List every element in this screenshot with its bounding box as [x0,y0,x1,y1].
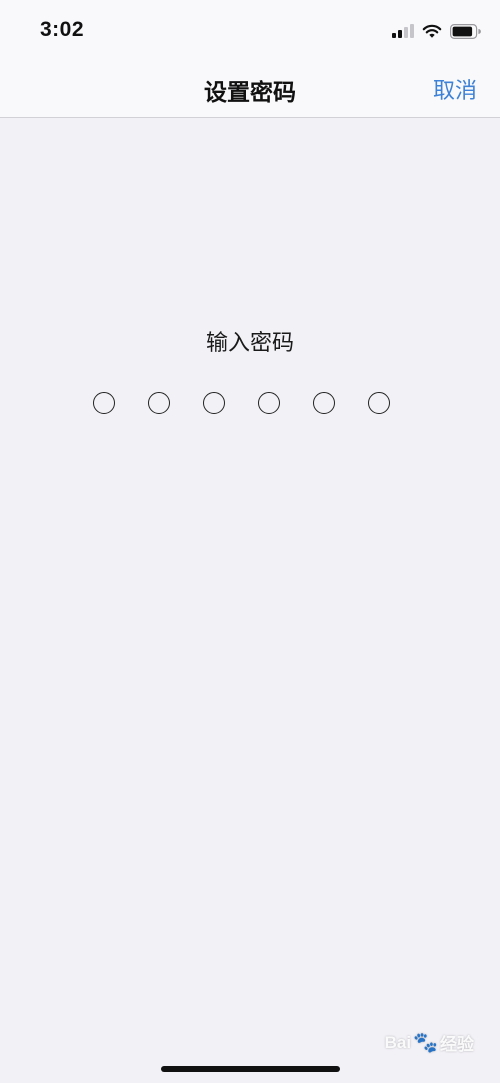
status-icons [392,20,481,42]
page-title: 设置密码 [204,80,296,106]
passcode-dot [258,392,280,414]
battery-icon [450,23,481,39]
passcode-dot [93,392,115,414]
passcode-dot [203,392,225,414]
paw-icon: 🐾 [413,1032,438,1054]
passcode-dots[interactable] [93,392,390,414]
status-time: 3:02 [40,18,85,41]
navigation-bar: 设置密码 取消 [0,60,500,118]
passcode-dot [313,392,335,414]
passcode-dot [148,392,170,414]
passcode-prompt: 输入密码 [205,331,294,356]
home-indicator[interactable] [161,1066,340,1072]
watermark: Bai 🐾 经验 [385,1030,474,1055]
cellular-signal-icon [392,24,414,38]
status-bar: 3:02 [0,0,500,60]
watermark-latin: Bai [384,1032,412,1052]
passcode-dot [368,392,390,414]
wifi-icon [422,24,442,38]
cancel-button[interactable]: 取消 [433,73,477,105]
watermark-cn: 经验 [440,1035,474,1054]
